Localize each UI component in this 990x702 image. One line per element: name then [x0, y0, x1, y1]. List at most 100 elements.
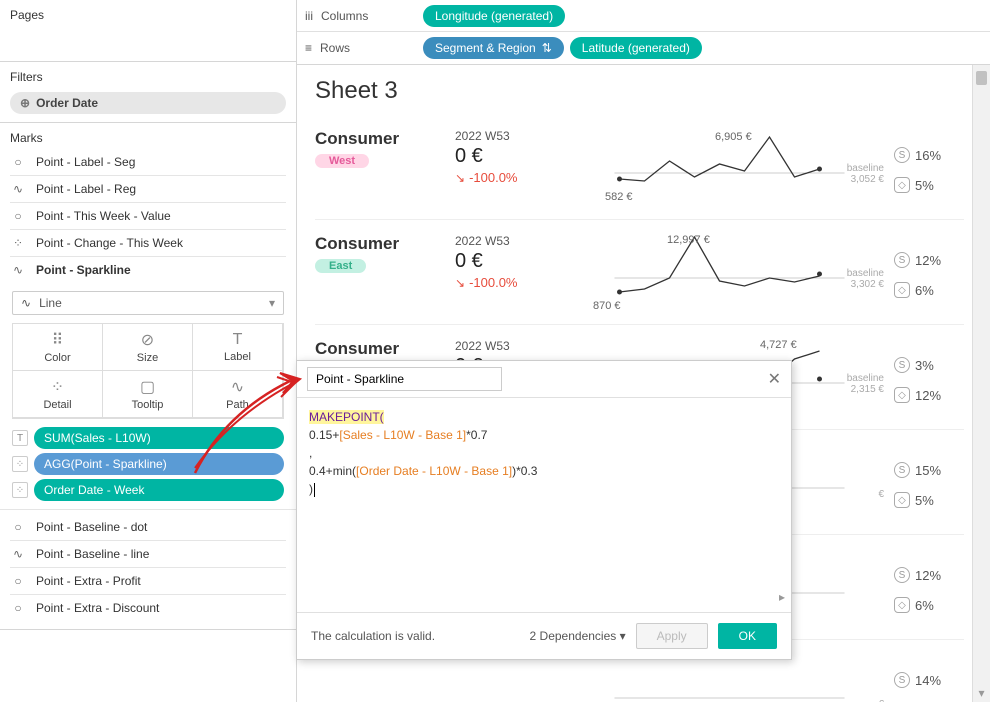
mark-field-pill[interactable]: T SUM(Sales - L10W): [12, 427, 284, 449]
tag-icon: ◇: [894, 492, 910, 508]
marks-layer-row[interactable]: ○Point - Extra - Profit: [10, 568, 286, 595]
calc-name-input[interactable]: [307, 367, 502, 391]
dollar-icon: S: [894, 567, 910, 583]
tag-icon: ◇: [894, 282, 910, 298]
rows-pill[interactable]: Latitude (generated): [570, 37, 702, 59]
marks-card-detail[interactable]: ⁘ Detail: [12, 370, 103, 418]
kpi-metric-discount: ◇5%: [894, 177, 934, 193]
sparkline-chart: €: [575, 654, 884, 702]
detail-icon: ⁘: [51, 377, 64, 397]
expand-icon: ⊕: [20, 96, 30, 110]
mark-type-icon: ○: [10, 209, 26, 223]
line-icon: ∿: [21, 296, 31, 310]
filter-pill-order-date[interactable]: ⊕ Order Date: [10, 92, 286, 114]
dollar-icon: S: [894, 357, 910, 373]
kpi-metric-discount: ◇6%: [894, 282, 934, 298]
kpi-row: Consumer East 2022 W53 0 € ↘-100.0% 12,9…: [315, 220, 964, 325]
marks-card-color[interactable]: ⠿Color: [12, 323, 103, 371]
mark-field-pill[interactable]: ⁘AGG(Point - Sparkline): [12, 453, 284, 475]
tag-icon: ◇: [894, 177, 910, 193]
rows-shelf-drop[interactable]: Segment & Region ⇅ Latitude (generated): [423, 37, 982, 59]
marks-layer-row[interactable]: ⁘Point - Change - This Week: [10, 230, 286, 257]
mark-type-icon: ∿: [10, 182, 26, 196]
calc-dependencies-dropdown[interactable]: 2 Dependencies ▾: [530, 629, 626, 643]
calc-valid-message: The calculation is valid.: [311, 629, 435, 643]
mark-layer-label: Point - Label - Seg: [36, 155, 135, 169]
mark-type-icon: ○: [10, 520, 26, 534]
mark-type-icon: ⁘: [10, 236, 26, 250]
sparkline-min-label: 870 €: [593, 300, 621, 312]
kpi-metric-discount: ◇12%: [894, 387, 941, 403]
close-icon[interactable]: ✕: [768, 369, 781, 389]
marks-card-size[interactable]: ⊘ Size: [102, 323, 193, 371]
kpi-week: 2022 W53: [455, 234, 565, 248]
scrollbar-thumb[interactable]: [976, 71, 987, 85]
kpi-metric-profit: S15%: [894, 462, 941, 478]
apply-button[interactable]: Apply: [636, 623, 708, 649]
pill-prefix-icon: ⁘: [12, 456, 28, 472]
marks-layer-row[interactable]: ○ Point - Label - Seg: [10, 149, 286, 176]
marks-card-label: Detail: [43, 399, 71, 411]
marks-layer-row[interactable]: ∿Point - Sparkline: [10, 257, 286, 283]
columns-pill[interactable]: Longitude (generated): [423, 5, 565, 27]
baseline-label: baseline2,315 €: [847, 373, 884, 395]
expand-handle-icon[interactable]: ▸: [779, 588, 785, 606]
calculation-editor-dialog: ✕ MAKEPOINT( 0.15+[Sales - L10W - Base 1…: [296, 360, 792, 660]
arrow-down-icon: ↘: [455, 171, 465, 185]
filters-shelf-title: Filters: [0, 62, 296, 88]
kpi-metric-discount: ◇5%: [894, 492, 934, 508]
tag-icon: ◇: [894, 387, 910, 403]
marks-card-label: Label: [224, 351, 251, 363]
baseline-label: €: [878, 478, 884, 500]
marks-card-path[interactable]: ∿Path: [192, 370, 283, 418]
calc-editor-body[interactable]: MAKEPOINT( 0.15+[Sales - L10W - Base 1]*…: [297, 397, 791, 613]
marks-card-label: Color: [44, 352, 70, 364]
marks-layer-row[interactable]: ∿ Point - Label - Reg: [10, 176, 286, 203]
pill-label: SUM(Sales - L10W): [34, 427, 284, 449]
columns-shelf-drop[interactable]: Longitude (generated): [423, 5, 982, 27]
sparkline-chart: 12,997 € 870 € baseline3,302 €: [575, 234, 884, 304]
label-icon: T: [233, 331, 243, 349]
kpi-change: ↘-100.0%: [455, 170, 565, 185]
pill-prefix-icon: ⁘: [12, 482, 28, 498]
kpi-week: 2022 W53: [455, 129, 565, 143]
pill-prefix-icon: T: [12, 430, 28, 446]
marks-shelf-title: Marks: [0, 123, 296, 149]
size-icon: ⊘: [141, 330, 154, 350]
filter-pill-label: Order Date: [36, 96, 98, 110]
columns-label: Columns: [321, 9, 368, 23]
sparkline-max-label: 6,905 €: [715, 131, 752, 143]
marks-card-tooltip[interactable]: ▢Tooltip: [102, 370, 193, 418]
baseline-label: baseline3,302 €: [847, 268, 884, 290]
marks-layer-row[interactable]: ○Point - Extra - Discount: [10, 595, 286, 621]
mark-layer-label: Point - Baseline - line: [36, 547, 149, 561]
sparkline-chart: 6,905 € 582 € baseline3,052 €: [575, 129, 884, 199]
mark-type-label: Line: [39, 296, 62, 310]
rows-icon: ≡: [305, 41, 312, 55]
marks-layer-row[interactable]: ○ Point - Baseline - dot: [10, 514, 286, 541]
sparkline-max-label: 12,997 €: [667, 234, 710, 246]
mark-type-icon: ○: [10, 155, 26, 169]
mark-field-pill[interactable]: ⁘Order Date - Week: [12, 479, 284, 501]
mark-type-dropdown[interactable]: ∿ Line ▾: [12, 291, 284, 315]
rows-pill[interactable]: Segment & Region ⇅: [423, 37, 564, 59]
marks-layer-row[interactable]: ○Point - This Week - Value: [10, 203, 286, 230]
marks-card-label: Size: [137, 352, 158, 364]
kpi-metric-profit: S14%: [894, 672, 941, 688]
kpi-segment: Consumer: [315, 129, 445, 149]
dollar-icon: S: [894, 462, 910, 478]
tag-icon: ◇: [894, 597, 910, 613]
marks-card-label[interactable]: T Label: [192, 323, 283, 371]
baseline-label: €: [878, 688, 884, 702]
vertical-scrollbar[interactable]: ▾: [972, 65, 990, 702]
mark-layer-label: Point - Label - Reg: [36, 182, 136, 196]
columns-icon: iii: [305, 9, 313, 23]
pages-shelf-drop[interactable]: [0, 26, 296, 38]
mark-layer-label: Point - Baseline - dot: [36, 520, 147, 534]
arrow-down-icon: ↘: [455, 276, 465, 290]
scroll-down-icon[interactable]: ▾: [973, 686, 990, 700]
marks-layer-row[interactable]: ∿Point - Baseline - line: [10, 541, 286, 568]
ok-button[interactable]: OK: [718, 623, 777, 649]
mark-layer-label: Point - Extra - Discount: [36, 601, 159, 615]
kpi-metric-profit: S12%: [894, 567, 941, 583]
